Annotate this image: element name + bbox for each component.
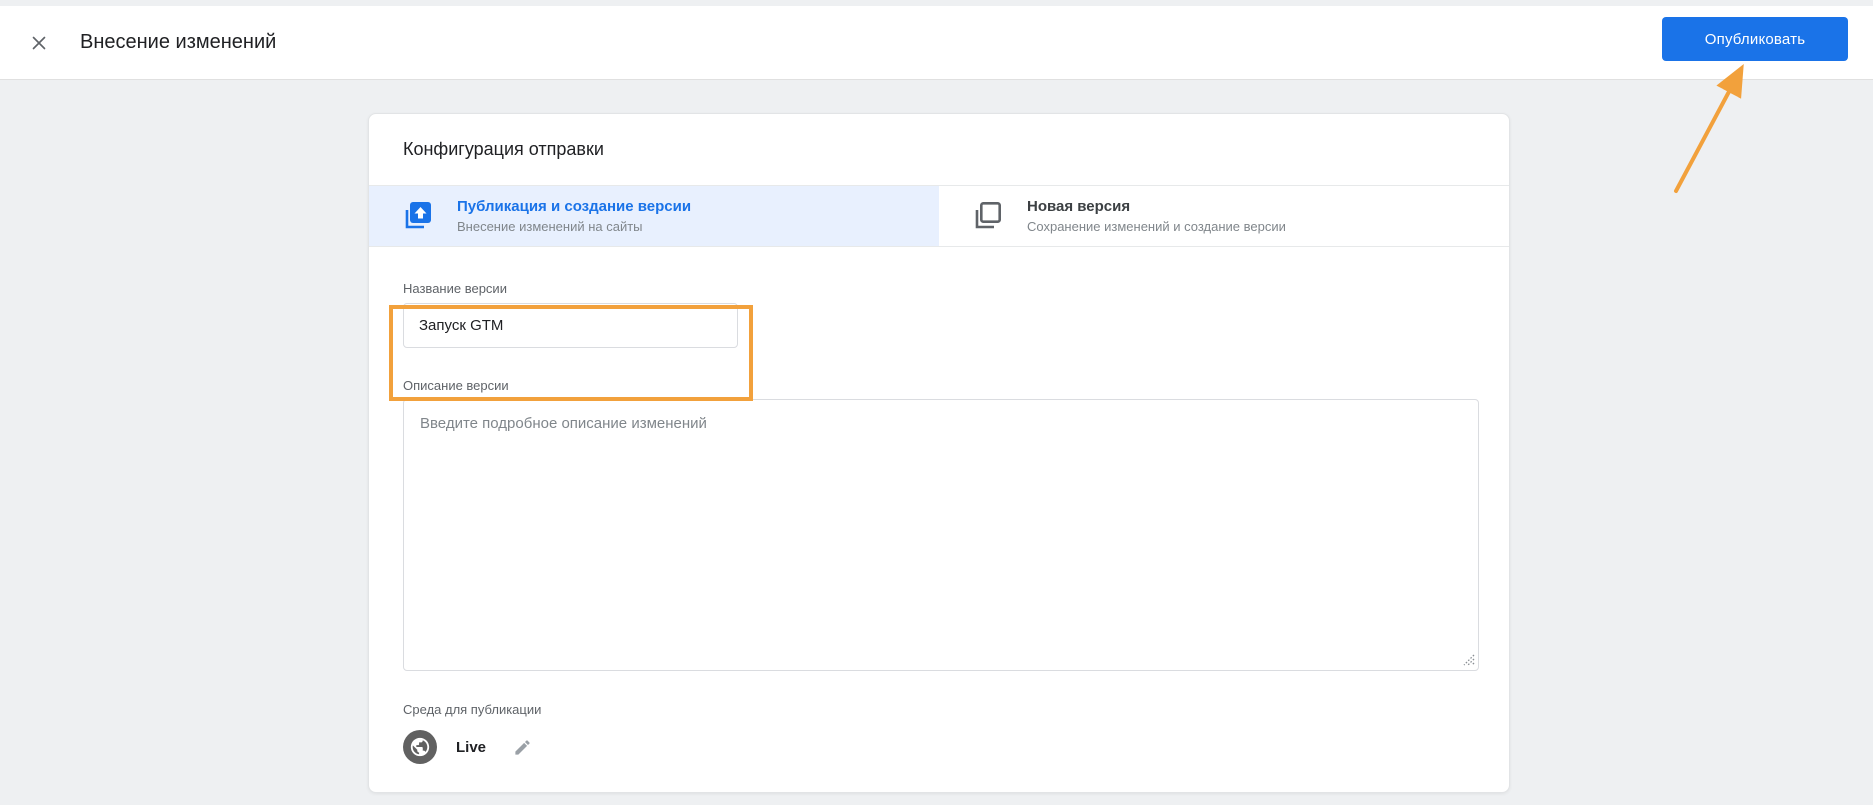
- tab-title: Новая версия: [1027, 198, 1131, 215]
- environment-label: Среда для публикации: [403, 702, 542, 717]
- version-name-input[interactable]: [403, 303, 738, 348]
- version-description-wrap: [403, 399, 1479, 671]
- tab-subtitle: Сохранение изменений и создание версии: [1027, 219, 1286, 234]
- tab-subtitle: Внесение изменений на сайты: [457, 219, 643, 234]
- environment-avatar: [403, 730, 437, 764]
- top-bar: Внесение изменений Опубликовать: [0, 6, 1873, 80]
- submit-configuration-card: Конфигурация отправки Публикация и созда…: [368, 113, 1510, 793]
- globe-icon: [410, 737, 430, 757]
- environment-name: Live: [456, 738, 487, 756]
- edit-environment-button[interactable]: [510, 735, 534, 759]
- close-button[interactable]: [26, 30, 52, 56]
- close-icon: [32, 36, 46, 49]
- version-description-label: Описание версии: [403, 378, 509, 393]
- tab-title: Публикация и создание версии: [457, 198, 692, 215]
- version-description-textarea[interactable]: [403, 399, 1479, 671]
- tab-new-version[interactable]: Новая версия Сохранение изменений и созд…: [939, 186, 1509, 246]
- card-title: Конфигурация отправки: [369, 114, 1509, 186]
- publish-button[interactable]: Опубликовать: [1662, 17, 1848, 61]
- page-title: Внесение изменений: [80, 31, 277, 53]
- publish-pages-icon: [405, 202, 431, 229]
- annotation-arrow: [1674, 63, 1744, 193]
- submit-mode-tabs: Публикация и создание версии Внесение из…: [369, 186, 1509, 247]
- version-name-label: Название версии: [403, 281, 507, 296]
- pencil-icon: [514, 739, 530, 755]
- stacked-pages-icon: [975, 202, 1001, 229]
- environment-row: Live: [403, 730, 1475, 764]
- tab-publish-and-create-version[interactable]: Публикация и создание версии Внесение из…: [369, 186, 939, 246]
- card-content: Название версии Описание версии Среда дл…: [369, 281, 1509, 764]
